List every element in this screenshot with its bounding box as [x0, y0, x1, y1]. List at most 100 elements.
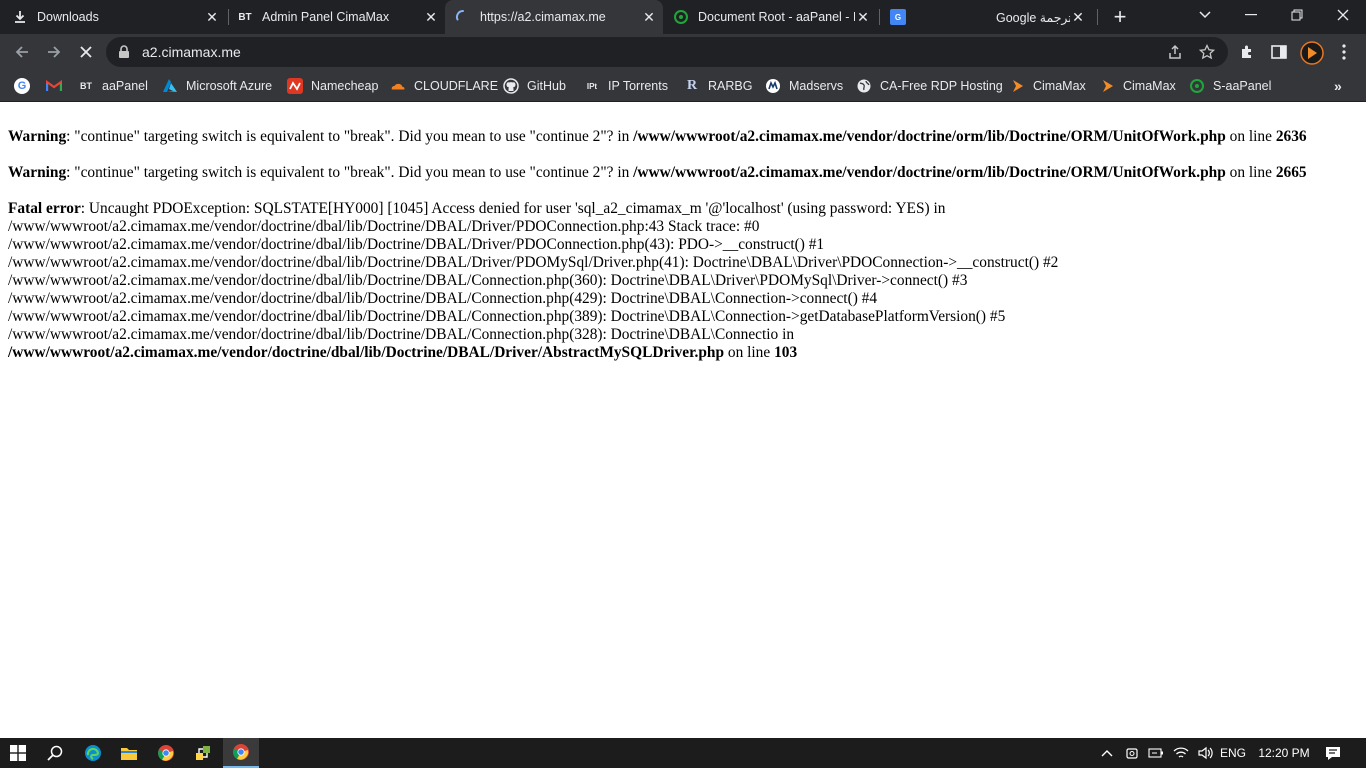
php-error-output: Warning: "continue" targeting switch is …	[8, 128, 1360, 362]
bookmark-aapanel[interactable]: BT aaPanel	[78, 75, 148, 97]
stack-trace-line: /www/wwwroot/a2.cimamax.me/vendor/doctri…	[8, 290, 878, 307]
tab-google-translate[interactable]: Google ترجمة ✕	[996, 0, 1092, 34]
bookmark-namecheap[interactable]: Namecheap	[287, 75, 378, 97]
iptorrents-icon: IPt	[586, 81, 598, 91]
stop-loading-button[interactable]	[72, 38, 100, 66]
loading-spinner-icon	[455, 9, 471, 25]
address-bar[interactable]: a2.cimamax.me	[106, 37, 1228, 67]
fatal-error-message: Fatal error: Uncaught PDOException: SQLS…	[8, 200, 1360, 362]
stack-trace-line: /www/wwwroot/a2.cimamax.me/vendor/doctri…	[8, 236, 825, 253]
network-tool-icon[interactable]	[185, 738, 221, 768]
bookmark-label: Microsoft Azure	[186, 79, 273, 93]
stack-trace-line: /www/wwwroot/a2.cimamax.me/vendor/doctri…	[8, 326, 795, 343]
tab-strip: Downloads ✕ BT Admin Panel CimaMax ✕ htt…	[0, 0, 1366, 34]
search-icon[interactable]	[37, 738, 73, 768]
menu-icon[interactable]	[1334, 42, 1354, 62]
close-icon[interactable]: ✕	[855, 9, 871, 25]
profile-avatar-icon[interactable]	[1300, 41, 1324, 65]
warning-message: Warning: "continue" targeting switch is …	[8, 164, 1307, 181]
tab-title: https://a2.cimamax.me	[480, 10, 606, 24]
tab-search-button[interactable]	[1182, 0, 1228, 30]
meet-now-icon[interactable]	[1122, 738, 1142, 768]
share-icon[interactable]	[1166, 43, 1184, 61]
language-indicator[interactable]: ENG	[1218, 738, 1248, 768]
cimamax-icon	[1009, 78, 1025, 94]
rarbg-icon: R	[686, 78, 698, 93]
bookmark-label: aaPanel	[102, 79, 148, 93]
restore-button[interactable]	[1274, 0, 1320, 30]
extensions-icon[interactable]	[1237, 42, 1257, 62]
tab-document-root[interactable]: Document Root - aaPanel - H ✕	[673, 0, 877, 34]
tab-active-cimamax[interactable]: https://a2.cimamax.me ✕	[445, 0, 663, 34]
bookmark-label: CimaMax	[1123, 79, 1176, 93]
bookmark-label: CLOUDFLARE	[414, 79, 499, 93]
bookmark-cimamax-1[interactable]: CimaMax	[1009, 75, 1086, 97]
cimamax-icon	[1099, 78, 1115, 94]
bookmark-rarbg[interactable]: R RARBG	[684, 75, 753, 97]
forward-button[interactable]	[40, 38, 68, 66]
google-translate-icon: G	[890, 9, 906, 25]
notification-icon[interactable]	[1320, 738, 1346, 768]
bookmark-gmail[interactable]	[46, 75, 62, 97]
tab-downloads[interactable]: Downloads ✕	[12, 0, 226, 34]
github-icon	[503, 78, 519, 94]
tab-admin-panel[interactable]: BT Admin Panel CimaMax ✕	[237, 0, 445, 34]
side-panel-icon[interactable]	[1269, 42, 1289, 62]
google-icon: G	[14, 78, 30, 94]
bookmark-s-aapanel[interactable]: S-aaPanel	[1189, 75, 1271, 97]
bookmark-label: Madservs	[789, 79, 844, 93]
battery-icon[interactable]	[1146, 738, 1166, 768]
url-text[interactable]: a2.cimamax.me	[142, 44, 241, 60]
minimize-button[interactable]	[1228, 0, 1274, 30]
start-button[interactable]	[0, 738, 36, 768]
bookmark-ip-torrents[interactable]: IPt IP Torrents	[584, 75, 668, 97]
close-window-button[interactable]	[1320, 0, 1366, 30]
stack-trace-line: /www/wwwroot/a2.cimamax.me/vendor/doctri…	[8, 218, 760, 235]
close-icon[interactable]: ✕	[204, 9, 220, 25]
tab-separator	[228, 9, 229, 25]
bookmark-github[interactable]: GitHub	[503, 75, 566, 97]
bookmarks-bar: G BT aaPanel Microsoft Azure Namecheap C…	[0, 70, 1366, 102]
wifi-icon[interactable]	[1170, 738, 1192, 768]
stack-trace-line: /www/wwwroot/a2.cimamax.me/vendor/doctri…	[8, 254, 1059, 271]
close-icon[interactable]: ✕	[423, 9, 439, 25]
bt-icon: BT	[238, 11, 252, 23]
tab-google-translate-icon-only[interactable]: G	[890, 0, 912, 34]
clock[interactable]: 12:20 PM	[1252, 738, 1316, 768]
browser-toolbar: a2.cimamax.me	[0, 34, 1366, 70]
bookmark-cimamax-2[interactable]: CimaMax	[1099, 75, 1176, 97]
bookmark-google[interactable]: G	[14, 75, 30, 97]
bookmark-madservs[interactable]: Madservs	[765, 75, 843, 97]
file-explorer-icon[interactable]	[111, 738, 147, 768]
chrome-active-window-icon[interactable]	[223, 738, 259, 768]
bookmark-cloudflare[interactable]: CLOUDFLARE	[390, 75, 498, 97]
chrome-icon[interactable]	[148, 738, 184, 768]
page-viewport: Warning: "continue" targeting switch is …	[0, 103, 1366, 738]
bookmark-label: CA-Free RDP Hosting	[880, 79, 1003, 93]
aapanel-icon	[673, 9, 689, 25]
windows-taskbar: ENG 12:20 PM	[0, 738, 1366, 768]
bookmark-microsoft-azure[interactable]: Microsoft Azure	[162, 75, 272, 97]
volume-icon[interactable]	[1194, 738, 1216, 768]
bookmark-star-icon[interactable]	[1198, 43, 1216, 61]
tab-title: Downloads	[37, 10, 99, 24]
azure-icon	[162, 78, 178, 94]
back-button[interactable]	[8, 38, 36, 66]
close-icon[interactable]: ✕	[1070, 9, 1086, 25]
bookmarks-overflow-chevron-icon[interactable]: »	[1334, 78, 1342, 94]
cloudflare-icon	[390, 78, 406, 94]
close-icon[interactable]: ✕	[641, 9, 657, 25]
show-hidden-icons-chevron-icon[interactable]	[1098, 738, 1116, 768]
new-tab-button[interactable]: +	[1108, 4, 1132, 29]
fatal-error-line: Fatal error: Uncaught PDOException: SQLS…	[8, 200, 946, 217]
edge-browser-icon[interactable]	[75, 738, 111, 768]
bookmark-label: CimaMax	[1033, 79, 1086, 93]
globe-icon	[856, 78, 872, 94]
bookmark-label: IP Torrents	[608, 79, 668, 93]
bookmark-ca-free-rdp-hosting[interactable]: CA-Free RDP Hosting	[856, 75, 1003, 97]
lock-icon[interactable]	[118, 45, 130, 64]
tab-title: Google ترجمة	[996, 10, 1070, 25]
download-icon	[12, 9, 28, 25]
